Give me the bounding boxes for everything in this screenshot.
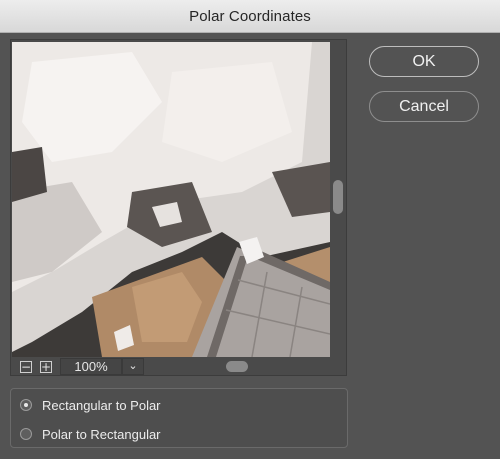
preview-vertical-scrollbar[interactable] <box>333 180 343 214</box>
zoom-out-button[interactable]: − <box>20 361 32 373</box>
option-polar-to-rectangular[interactable]: Polar to Rectangular <box>20 424 161 444</box>
title-bar[interactable]: Polar Coordinates <box>0 0 500 33</box>
radio-polar-to-rectangular[interactable] <box>20 428 32 440</box>
plus-icon: + <box>41 360 52 374</box>
zoom-dropdown-button[interactable]: ⌄ <box>122 358 144 375</box>
ok-button[interactable]: OK <box>369 46 479 77</box>
cancel-button[interactable]: Cancel <box>369 91 479 122</box>
radio-rectangular-to-polar[interactable] <box>20 399 32 411</box>
zoom-in-button[interactable]: + <box>40 361 52 373</box>
preview-horizontal-scrollbar[interactable] <box>226 361 248 372</box>
option-rectangular-to-polar[interactable]: Rectangular to Polar <box>20 395 161 415</box>
conversion-options-group: Rectangular to Polar Polar to Rectangula… <box>10 388 348 448</box>
option-label: Polar to Rectangular <box>42 426 161 442</box>
preview-image[interactable] <box>12 42 330 357</box>
zoom-level-field[interactable]: 100% <box>60 358 122 375</box>
zoom-level-value: 100% <box>74 359 108 374</box>
option-label: Rectangular to Polar <box>42 397 161 413</box>
preview-photo <box>12 42 330 357</box>
minus-icon: − <box>21 360 32 374</box>
chevron-down-icon: ⌄ <box>128 360 138 372</box>
window-title: Polar Coordinates <box>189 7 311 25</box>
polar-coordinates-dialog: Polar Coordinates − + 100% ⌄ OK Cancel R… <box>0 0 500 459</box>
